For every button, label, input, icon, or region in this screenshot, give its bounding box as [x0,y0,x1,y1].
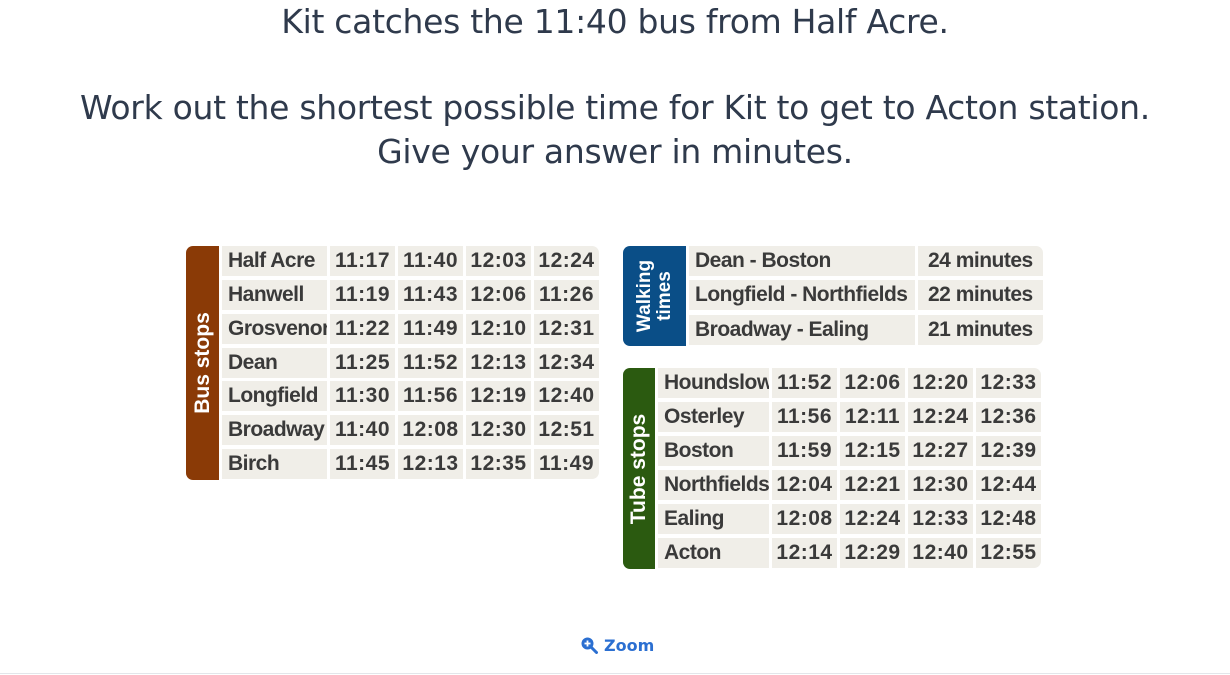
walking-times-table: Walking times Dean - Boston 24 minutes Lon… [623,246,1043,346]
tube-time-cell: 12:36 [976,402,1041,432]
bus-time-cell: 11:30 [330,381,395,412]
tube-time-cell: 12:08 [772,504,837,534]
walking-duration: 22 minutes [918,280,1043,311]
question-line-1: Kit catches the 11:40 bus from Half Acre… [281,2,949,41]
tube-stops-label-bar: Tube stops [623,368,655,569]
bus-stop-name: Broadway [222,415,327,446]
walking-times-label: Walking times [633,259,675,333]
bus-time-cell: 11:49 [534,449,599,480]
tube-time-cell: 12:04 [772,470,837,500]
tube-stop-name: Acton [658,538,769,568]
tube-stops-label: Tube stops [627,413,650,524]
bus-time-cell: 12:08 [398,415,463,446]
bus-stop-name: Dean [222,347,327,378]
tube-time-cell: 12:33 [908,504,973,534]
bus-stops-label-bar: Bus stops [186,246,219,480]
bus-stop-name: Birch [222,449,327,480]
bus-stop-name: Hanwell [222,279,327,310]
bus-time-cell: 11:40 [330,415,395,446]
bus-time-cell: 11:43 [398,279,463,310]
zoom-label: Zoom [604,635,655,655]
tube-time-cell: 12:55 [976,538,1041,568]
bus-time-cell: 12:13 [466,347,531,378]
tube-timetable-grid: Houndslow 11:52 12:06 12:20 12:33 Osterley 11:… [655,368,1041,569]
tube-time-cell: 11:52 [772,368,837,398]
walking-route: Longfield - Northfields [689,280,915,311]
tube-time-cell: 12:29 [840,538,905,568]
bus-timetable: Bus stops Half Acre 11:17 11:40 12:03 12:24 H… [186,246,599,480]
tube-time-cell: 12:11 [840,402,905,432]
tube-time-cell: 12:39 [976,436,1041,466]
bus-time-cell: 12:35 [466,449,531,480]
bottom-divider [0,673,1230,674]
tube-stop-name: Houndslow [658,368,769,398]
tube-time-cell: 12:30 [908,470,973,500]
bus-stop-name: Grosvenor [222,313,327,344]
tube-stop-name: Osterley [658,402,769,432]
tube-stop-name: Northfields [658,470,769,500]
bus-time-cell: 11:56 [398,381,463,412]
bus-time-cell: 11:49 [398,313,463,344]
walking-route: Dean - Boston [689,246,915,276]
walking-route: Broadway - Ealing [689,314,915,345]
tube-time-cell: 11:59 [772,436,837,466]
zoom-in-icon [581,637,598,654]
tube-time-cell: 12:21 [840,470,905,500]
bus-time-cell: 12:06 [466,279,531,310]
tube-stop-name: Boston [658,436,769,466]
bus-timetable-grid: Half Acre 11:17 11:40 12:03 12:24 Hanwell 11:1… [219,246,599,480]
bus-time-cell: 12:24 [534,246,599,276]
walking-times-grid: Dean - Boston 24 minutes Longfield - North… [686,246,1043,346]
bus-time-cell: 12:30 [466,415,531,446]
bus-time-cell: 12:40 [534,381,599,412]
tube-time-cell: 12:20 [908,368,973,398]
tube-time-cell: 12:15 [840,436,905,466]
bus-time-cell: 11:22 [330,313,395,344]
bus-time-cell: 12:51 [534,415,599,446]
tube-time-cell: 12:24 [840,504,905,534]
bus-stops-label: Bus stops [190,312,214,414]
bus-time-cell: 11:26 [534,279,599,310]
bus-time-cell: 12:13 [398,449,463,480]
zoom-button[interactable]: Zoom [580,634,654,656]
bus-time-cell: 11:17 [330,246,395,276]
tube-timetable: Tube stops Houndslow 11:52 12:06 12:20 12:33… [623,368,1041,569]
tube-time-cell: 12:40 [908,538,973,568]
question-line-2: Work out the shortest possible time for … [80,88,1150,127]
walking-times-label-bar: Walking times [623,246,686,346]
bus-time-cell: 12:10 [466,313,531,344]
tube-time-cell: 12:27 [908,436,973,466]
walking-duration: 24 minutes [918,246,1043,276]
tube-time-cell: 12:48 [976,504,1041,534]
question-line-3: Give your answer in minutes. [377,132,853,171]
bus-time-cell: 12:34 [534,347,599,378]
tube-time-cell: 12:24 [908,402,973,432]
walking-duration: 21 minutes [918,314,1043,345]
bus-time-cell: 12:03 [466,246,531,276]
bus-time-cell: 12:19 [466,381,531,412]
bus-time-cell: 12:31 [534,313,599,344]
tube-time-cell: 12:44 [976,470,1041,500]
bus-time-cell: 11:45 [330,449,395,480]
tube-time-cell: 12:06 [840,368,905,398]
bus-stop-name: Longfield [222,381,327,412]
tube-time-cell: 12:33 [976,368,1041,398]
walking-label-line-2: times [653,271,675,321]
bus-time-cell: 11:52 [398,347,463,378]
bus-time-cell: 11:40 [398,246,463,276]
bus-time-cell: 11:19 [330,279,395,310]
walking-label-line-1: Walking [633,259,655,333]
bus-time-cell: 11:25 [330,347,395,378]
bus-stop-name: Half Acre [222,246,327,276]
tube-time-cell: 12:14 [772,538,837,568]
tube-stop-name: Ealing [658,504,769,534]
tube-time-cell: 11:56 [772,402,837,432]
